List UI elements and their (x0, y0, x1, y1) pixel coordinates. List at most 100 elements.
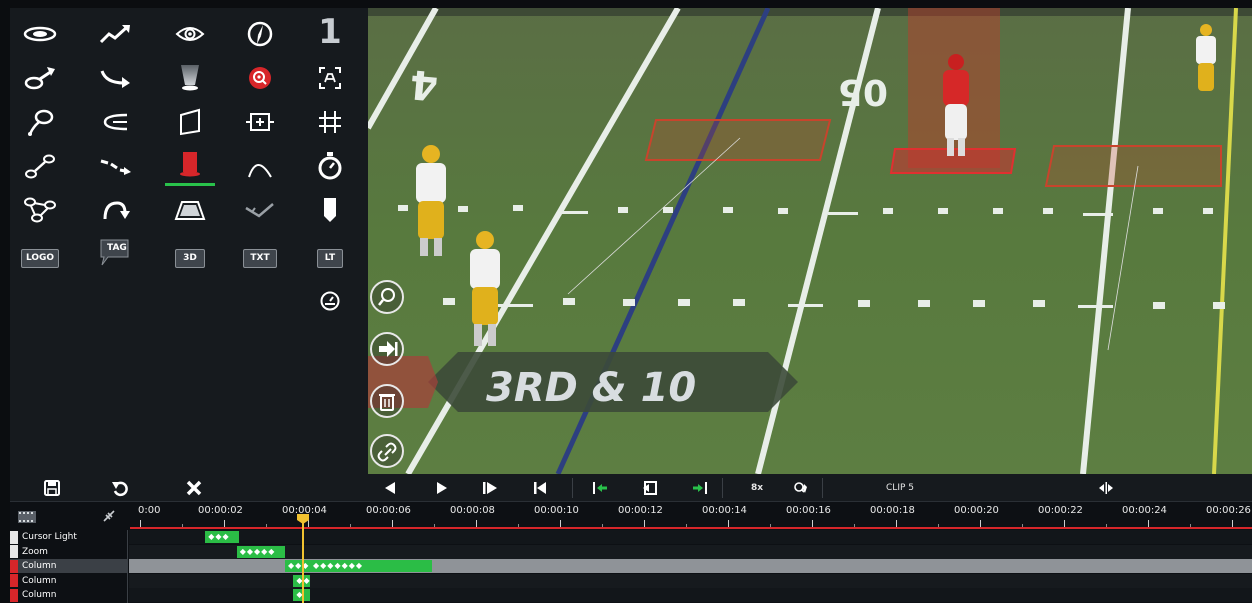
keyframe-block[interactable]: ◆◆◆◆◆ (236, 545, 285, 558)
next-button[interactable] (370, 332, 404, 366)
time-ruler[interactable]: 0:00 00:00:02 00:00:04 00:00:06 00:00:08 00:0… (128, 502, 1252, 530)
zoom-box-icon[interactable] (240, 102, 280, 142)
tag-tool[interactable]: TAG (95, 234, 135, 274)
backward-arrow-icon[interactable] (95, 102, 135, 142)
tick-mark (1148, 520, 1149, 527)
tick-label: 00:00:12 (618, 505, 663, 516)
track-label[interactable]: Zoom (10, 545, 128, 559)
undo-icon (112, 481, 128, 497)
pin-marker-icon[interactable] (20, 102, 60, 142)
track-name: Cursor Light (22, 532, 77, 542)
film-strip-icon[interactable] (18, 509, 36, 523)
curve-line-icon[interactable] (240, 146, 280, 186)
tick-label: 00:00:08 (450, 505, 495, 516)
split-clip-button[interactable] (1096, 474, 1116, 502)
plane-icon[interactable] (170, 102, 210, 142)
angle-icon[interactable] (240, 190, 280, 230)
separator (822, 478, 823, 498)
marker-button[interactable] (640, 474, 660, 502)
txt-tool[interactable]: TXT (240, 238, 280, 278)
link-button[interactable] (370, 434, 404, 468)
down-distance-text: 3RD & 10 (486, 365, 696, 411)
curved-arrow-icon[interactable] (95, 58, 135, 98)
tick-mark (644, 520, 645, 527)
logo-label: LOGO (20, 248, 60, 268)
stopwatch-icon[interactable] (310, 146, 350, 186)
play-button[interactable] (432, 474, 452, 502)
speed-label: 8x (750, 483, 764, 493)
cone-light-icon[interactable] (170, 58, 210, 98)
track-label[interactable]: Column (10, 588, 128, 602)
logo-tool[interactable]: LOGO (20, 238, 60, 278)
track-label[interactable]: Column (10, 559, 128, 573)
grid-icon[interactable] (310, 102, 350, 142)
track-label[interactable]: Cursor Light (10, 530, 128, 544)
focus-frame-icon[interactable] (310, 58, 350, 98)
split-icon (1099, 482, 1113, 494)
tick-mark (728, 520, 729, 527)
previous-button[interactable] (380, 474, 400, 502)
tick-label: 00:00:22 (1038, 505, 1083, 516)
timeline: 0:00 00:00:02 00:00:04 00:00:06 00:00:08 00:0… (10, 502, 1252, 603)
ellipse-spotlight-icon[interactable] (20, 14, 60, 54)
trash-button[interactable] (370, 384, 404, 418)
keyframe-block[interactable]: ◆◆◆ ◆◆◆◆◆◆◆ (285, 560, 432, 572)
track-row[interactable]: ◆◆ (129, 573, 1252, 588)
track-row[interactable]: ◆◆◆◆◆ (129, 544, 1252, 559)
clip-label-box: CLIP 5 (880, 474, 920, 502)
track-label[interactable]: Column (10, 574, 128, 588)
video-viewport[interactable]: 4 05 3RD & 10 (368, 8, 1252, 474)
bookmark-icon[interactable] (310, 190, 350, 230)
keyframe-markers: ◆◆◆◆◆ (239, 546, 276, 556)
floor-zone-icon[interactable] (170, 190, 210, 230)
track-row[interactable]: ◆ (129, 588, 1252, 602)
tool-palette: 1 LOGO TAG 3D TXT LT (10, 8, 368, 474)
search-clip-button[interactable] (790, 474, 812, 502)
speedometer-icon[interactable] (310, 281, 350, 321)
keyframe-block[interactable]: ◆◆◆ (205, 531, 239, 543)
separator (572, 478, 573, 498)
track-label-list: Cursor Light Zoom Column Column Column (10, 530, 128, 603)
tick-label: 00:00:26 (1206, 505, 1251, 516)
tick-mark (140, 520, 141, 527)
target-zoom-icon[interactable] (240, 58, 280, 98)
column-highlight-icon[interactable] (165, 144, 215, 186)
save-button[interactable] (40, 474, 64, 502)
compass-icon[interactable] (240, 14, 280, 54)
track-color-mark (10, 545, 18, 558)
number-one-icon[interactable]: 1 (310, 12, 350, 52)
tick-label: 00:00:16 (786, 505, 831, 516)
tick-mark (1232, 520, 1233, 527)
close-button[interactable] (182, 474, 206, 502)
save-icon (44, 480, 60, 496)
playhead[interactable] (302, 514, 304, 603)
set-out-point-button[interactable] (690, 474, 710, 502)
tick-mark (812, 520, 813, 527)
set-in-point-button[interactable] (590, 474, 610, 502)
eye-icon[interactable] (170, 14, 210, 54)
connector-icon[interactable] (20, 146, 60, 186)
tick-label: 00:00:18 (870, 505, 915, 516)
keyframe-markers: ◆◆◆ ◆◆◆◆◆◆◆ (288, 561, 364, 570)
dashed-arrow-icon[interactable] (95, 146, 135, 186)
tick-mark (1064, 520, 1065, 527)
ellipse-arrow-icon[interactable] (20, 58, 60, 98)
search-clip-icon (794, 482, 807, 493)
undo-button[interactable] (108, 474, 132, 502)
triangle-nodes-icon[interactable] (20, 190, 60, 230)
txt-label: TXT (243, 248, 277, 268)
control-bar: 8x CLIP 5 (10, 474, 1252, 502)
arrow-zigzag-icon[interactable] (95, 14, 135, 54)
3d-tool[interactable]: 3D (170, 238, 210, 278)
magnifier-button[interactable] (370, 280, 404, 314)
step-forward-button[interactable] (480, 474, 500, 502)
lt-tool[interactable]: LT (310, 238, 350, 278)
play-icon (437, 482, 447, 494)
rotate-arrow-icon[interactable] (95, 190, 135, 230)
speed-button[interactable]: 8x (746, 474, 768, 502)
track-row[interactable]: ◆◆◆ (129, 530, 1252, 544)
go-to-start-button[interactable] (530, 474, 550, 502)
track-row[interactable]: ◆◆◆ ◆◆◆◆◆◆◆ (129, 559, 1252, 573)
set-out-point-icon (693, 482, 707, 494)
magnet-snap-icon[interactable] (102, 508, 116, 522)
